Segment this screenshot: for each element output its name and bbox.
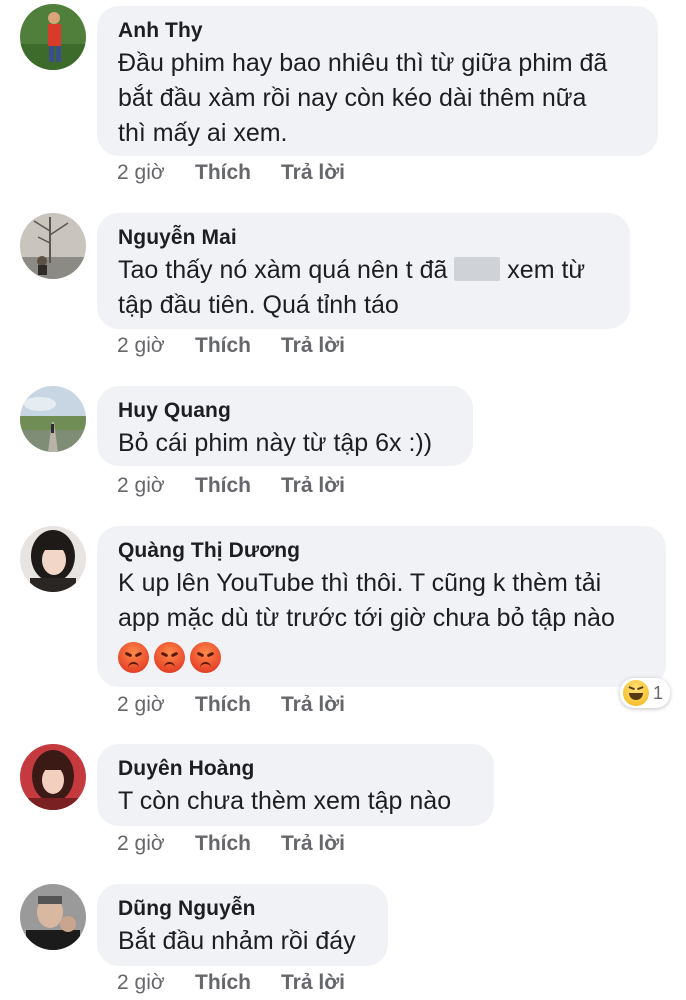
emoji-row: [118, 642, 646, 673]
avatar[interactable]: [20, 213, 86, 279]
comment-bubble: Duyên Hoàng T còn chưa thèm xem tập nào: [97, 744, 494, 826]
angry-face-icon: [190, 642, 221, 673]
comment-time[interactable]: 2 giờ: [117, 474, 195, 498]
comment-actions: 2 giờ Thích Trả lời: [117, 693, 345, 717]
comment-author[interactable]: Duyên Hoàng: [118, 756, 474, 782]
reaction-summary[interactable]: 1: [620, 678, 671, 708]
comment-bubble: Huy Quang Bỏ cái phim này từ tập 6x :)): [97, 386, 473, 466]
like-button[interactable]: Thích: [195, 832, 281, 856]
comment-text-part: Tao thấy nó xàm quá nên t đã: [118, 256, 455, 284]
censored-blur: [454, 257, 501, 281]
avatar[interactable]: [20, 4, 86, 70]
comment-author[interactable]: Dũng Nguyễn: [118, 896, 368, 922]
angry-face-icon: [118, 642, 149, 673]
reply-button[interactable]: Trả lời: [281, 474, 345, 498]
comment-author[interactable]: Quàng Thị Dương: [118, 538, 646, 564]
angry-face-icon: [154, 642, 185, 673]
comment-time[interactable]: 2 giờ: [117, 971, 195, 995]
reply-button[interactable]: Trả lời: [281, 832, 345, 856]
comment-time[interactable]: 2 giờ: [117, 161, 195, 185]
comment-text: Bỏ cái phim này từ tập 6x :)): [118, 429, 433, 457]
comment-author[interactable]: Nguyễn Mai: [118, 225, 610, 251]
comment-bubble: Anh Thy Đầu phim hay bao nhiêu thì từ gi…: [97, 6, 658, 156]
comment-bubble: Dũng Nguyễn Bắt đầu nhảm rồi đáy: [97, 884, 388, 966]
comment-text: Đầu phim hay bao nhiêu thì từ giữa phim …: [118, 49, 608, 147]
avatar[interactable]: [20, 526, 86, 592]
comment-text: Bắt đầu nhảm rồi đáy: [118, 927, 356, 955]
reply-button[interactable]: Trả lời: [281, 334, 345, 358]
like-button[interactable]: Thích: [195, 161, 281, 185]
comment-actions: 2 giờ Thích Trả lời: [117, 971, 345, 995]
like-button[interactable]: Thích: [195, 693, 281, 717]
comment-actions: 2 giờ Thích Trả lời: [117, 161, 345, 185]
avatar[interactable]: [20, 744, 86, 810]
comment-actions: 2 giờ Thích Trả lời: [117, 832, 345, 856]
comment-author[interactable]: Anh Thy: [118, 18, 638, 44]
avatar[interactable]: [20, 884, 86, 950]
reaction-count: 1: [653, 682, 664, 703]
haha-icon: [623, 680, 649, 706]
comment-time[interactable]: 2 giờ: [117, 832, 195, 856]
comment-text: K up lên YouTube thì thôi. T cũng k thèm…: [118, 569, 615, 632]
comment-bubble: Nguyễn Mai Tao thấy nó xàm quá nên t đã …: [97, 213, 630, 329]
comment-time[interactable]: 2 giờ: [117, 334, 195, 358]
comment-actions: 2 giờ Thích Trả lời: [117, 474, 345, 498]
reply-button[interactable]: Trả lời: [281, 971, 345, 995]
comment-actions: 2 giờ Thích Trả lời: [117, 334, 345, 358]
like-button[interactable]: Thích: [195, 334, 281, 358]
reply-button[interactable]: Trả lời: [281, 161, 345, 185]
comment-text: Tao thấy nó xàm quá nên t đã xem từ tập …: [118, 253, 610, 323]
comment-time[interactable]: 2 giờ: [117, 693, 195, 717]
like-button[interactable]: Thích: [195, 971, 281, 995]
avatar[interactable]: [20, 386, 86, 452]
comment-bubble: Quàng Thị Dương K up lên YouTube thì thô…: [97, 526, 666, 687]
reply-button[interactable]: Trả lời: [281, 693, 345, 717]
comment-text: T còn chưa thèm xem tập nào: [118, 787, 452, 815]
like-button[interactable]: Thích: [195, 474, 281, 498]
comment-author[interactable]: Huy Quang: [118, 398, 453, 424]
